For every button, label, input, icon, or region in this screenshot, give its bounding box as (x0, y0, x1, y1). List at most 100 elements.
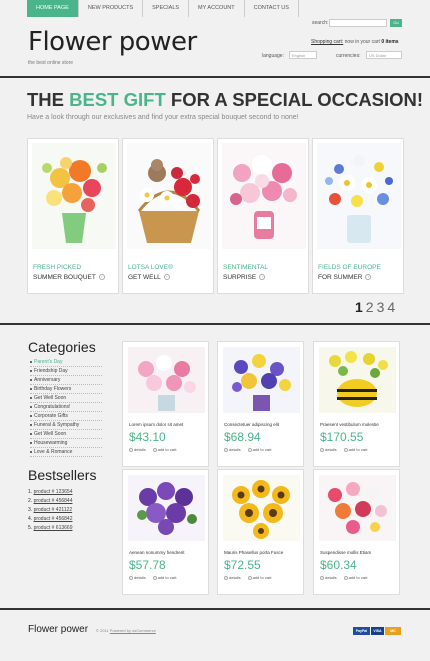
hero-title: THE BEST GIFT FOR A SPECIAL OCCASION! (27, 89, 424, 110)
product-name[interactable]: Lorem ipsum dolor sit amet (129, 422, 183, 427)
arrow-right-icon[interactable]: › (259, 274, 266, 281)
nav-my-account[interactable]: MY ACCOUNT (189, 0, 245, 17)
category-item[interactable]: Housewarming (30, 439, 102, 448)
footer-logo[interactable]: Flower power (28, 624, 88, 635)
product-image[interactable] (319, 347, 396, 413)
arrow-right-icon[interactable]: › (163, 274, 170, 281)
product-card: Praesent vestibulum molestie $170.55 det… (313, 341, 400, 467)
product-price: $43.10 (129, 430, 166, 444)
bestseller-item[interactable]: 2. product # 456844 (28, 497, 72, 506)
featured-subtitle[interactable]: GET WELL › (128, 274, 170, 281)
category-item[interactable]: Parent's Day (30, 358, 102, 367)
product-image[interactable] (128, 347, 205, 413)
cart-summary: Shopping cart: now in your cart 0 items (311, 39, 399, 45)
category-item[interactable]: Get Well Soon (30, 394, 102, 403)
search-input[interactable] (329, 19, 387, 27)
pager-page-2[interactable]: 2 (366, 299, 374, 315)
logo[interactable]: Flower power (28, 27, 197, 57)
details-link[interactable]: details (320, 447, 337, 452)
featured-subtitle[interactable]: SUMMER BOUQUET › (33, 274, 105, 281)
bestsellers-list: 1. product # 123654 2. product # 456844 … (28, 488, 72, 533)
category-item[interactable]: Funeral & Sympathy (30, 421, 102, 430)
product-name[interactable]: Consectetuer adipiscing elit (224, 422, 279, 427)
category-item[interactable]: Congratulations! (30, 403, 102, 412)
details-link[interactable]: details (224, 575, 241, 580)
pink-roses-image[interactable] (222, 143, 306, 249)
shopping-cart-link[interactable]: Shopping cart: (311, 39, 343, 45)
details-link[interactable]: details (224, 447, 241, 452)
featured-card[interactable]: LOTSA LOVE® GET WELL › (122, 138, 214, 294)
nav-specials[interactable]: SPECIALS (143, 0, 190, 17)
nav-new-products[interactable]: NEW PRODUCTS (79, 0, 144, 17)
gift-basket-image[interactable] (127, 143, 211, 249)
cart-icon (343, 447, 348, 452)
top-nav: HOME PAGE NEW PRODUCTS SPECIALS MY ACCOU… (27, 0, 299, 17)
product-image[interactable] (319, 475, 396, 541)
categories-list: Parent's Day Friendship Day Anniversary … (30, 358, 102, 457)
featured-title: LOTSA LOVE® (128, 264, 173, 271)
wildflowers-image[interactable] (317, 143, 401, 249)
featured-title: FIELDS OF EUROPE (318, 264, 381, 271)
category-item[interactable]: Get Well Soon (30, 430, 102, 439)
featured-card[interactable]: FIELDS OF EUROPE FOR SUMMER › (312, 138, 404, 294)
flower-bouquet-image[interactable] (32, 143, 116, 249)
product-name[interactable]: Mauris Phasellus porta Fusce (224, 550, 283, 555)
category-item[interactable]: Friendship Day (30, 367, 102, 376)
cart-icon (343, 575, 348, 580)
product-image[interactable] (223, 475, 300, 541)
arrow-right-icon[interactable]: › (365, 274, 372, 281)
cart-items: 0 items (381, 39, 399, 45)
featured-subtitle[interactable]: FOR SUMMER › (318, 274, 372, 281)
arrow-right-icon[interactable]: › (98, 274, 105, 281)
featured-card[interactable]: SENTIMENTAL SURPRISE › (217, 138, 309, 294)
details-icon (224, 575, 228, 580)
slider-pager: 1234 (355, 299, 398, 315)
nav-home[interactable]: HOME PAGE (27, 0, 79, 17)
paypal-icon: PayPal (353, 627, 370, 635)
language-select[interactable]: English (289, 51, 317, 59)
divider (0, 608, 430, 610)
add-to-cart-link[interactable]: add to cart (247, 447, 271, 452)
product-name[interactable]: Aenean nonummy hendrerit (129, 550, 185, 555)
category-item[interactable]: Corporate Gifts (30, 412, 102, 421)
featured-subtitle[interactable]: SURPRISE › (223, 274, 266, 281)
bestseller-item[interactable]: 5. product # 613669 (28, 524, 72, 533)
product-name[interactable]: Suspendisse mollis Etiam (320, 550, 371, 555)
featured-title: FRESH PICKED (33, 264, 82, 271)
add-to-cart-link[interactable]: add to cart (247, 575, 271, 580)
divider (0, 323, 430, 325)
pager-page-4[interactable]: 4 (387, 299, 395, 315)
add-to-cart-link[interactable]: add to cart (343, 447, 367, 452)
nav-contact-us[interactable]: CONTACT US (245, 0, 299, 17)
category-item[interactable]: Birthday Flowers (30, 385, 102, 394)
bestseller-item[interactable]: 3. product # 421122 (28, 506, 72, 515)
product-card: Suspendisse mollis Etiam $60.34 details a… (313, 469, 400, 595)
currency-select[interactable]: US Dollar (366, 51, 402, 59)
add-to-cart-link[interactable]: add to cart (152, 575, 176, 580)
details-link[interactable]: details (129, 447, 146, 452)
pager-page-3[interactable]: 3 (377, 299, 385, 315)
visa-icon: VISA (371, 627, 384, 635)
product-card: Aenean nonummy hendrerit $57.78 details a… (122, 469, 209, 595)
featured-title: SENTIMENTAL (223, 264, 269, 271)
category-item[interactable]: Love & Romance (30, 448, 102, 457)
details-icon (320, 575, 324, 580)
search-button[interactable]: Go (390, 19, 402, 27)
add-to-cart-link[interactable]: add to cart (343, 575, 367, 580)
bestseller-item[interactable]: 1. product # 123654 (28, 488, 72, 497)
product-card: Mauris Phasellus porta Fusce $72.55 deta… (217, 469, 304, 595)
pager-page-1[interactable]: 1 (355, 299, 363, 315)
cart-text: now in your cart (344, 39, 380, 45)
bestsellers-title: Bestsellers (28, 467, 97, 483)
details-link[interactable]: details (320, 575, 337, 580)
add-to-cart-link[interactable]: add to cart (152, 447, 176, 452)
details-link[interactable]: details (129, 575, 146, 580)
product-image[interactable] (223, 347, 300, 413)
details-icon (320, 447, 324, 452)
bestseller-item[interactable]: 4. product # 456842 (28, 515, 72, 524)
product-name[interactable]: Praesent vestibulum molestie (320, 422, 379, 427)
featured-card[interactable]: FRESH PICKED SUMMER BOUQUET › (27, 138, 119, 294)
currencies-label: currencies: (336, 53, 361, 59)
product-image[interactable] (128, 475, 205, 541)
category-item[interactable]: Anniversary (30, 376, 102, 385)
